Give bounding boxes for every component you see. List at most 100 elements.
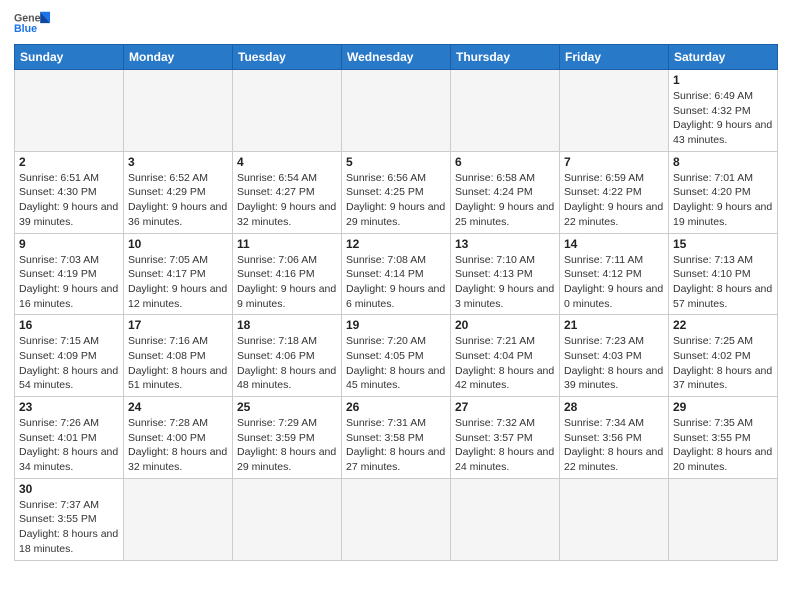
- calendar-cell: 6 Sunrise: 6:58 AM Sunset: 4:24 PM Daylig…: [451, 151, 560, 233]
- header-tuesday: Tuesday: [233, 45, 342, 70]
- day-info: Sunrise: 6:59 AM Sunset: 4:22 PM Dayligh…: [564, 171, 664, 230]
- day-number: 1: [673, 73, 773, 87]
- calendar-cell: 27 Sunrise: 7:32 AM Sunset: 3:57 PM Dayli…: [451, 397, 560, 479]
- day-info: Sunrise: 7:25 AM Sunset: 4:02 PM Dayligh…: [673, 334, 773, 393]
- day-info: Sunrise: 6:58 AM Sunset: 4:24 PM Dayligh…: [455, 171, 555, 230]
- day-info: Sunrise: 7:15 AM Sunset: 4:09 PM Dayligh…: [19, 334, 119, 393]
- day-info: Sunrise: 7:29 AM Sunset: 3:59 PM Dayligh…: [237, 416, 337, 475]
- calendar-cell: 1 Sunrise: 6:49 AM Sunset: 4:32 PM Daylig…: [669, 70, 778, 152]
- day-number: 16: [19, 318, 119, 332]
- day-info: Sunrise: 7:11 AM Sunset: 4:12 PM Dayligh…: [564, 253, 664, 312]
- calendar-cell: [451, 478, 560, 560]
- calendar-cell: 11Sunrise: 7:06 AM Sunset: 4:16 PM Dayli…: [233, 233, 342, 315]
- calendar-cell: 4 Sunrise: 6:54 AM Sunset: 4:27 PM Daylig…: [233, 151, 342, 233]
- calendar-cell: 28 Sunrise: 7:34 AM Sunset: 3:56 PM Dayli…: [560, 397, 669, 479]
- day-info: Sunrise: 7:16 AM Sunset: 4:08 PM Dayligh…: [128, 334, 228, 393]
- day-info: Sunrise: 7:26 AM Sunset: 4:01 PM Dayligh…: [19, 416, 119, 475]
- day-info: Sunrise: 6:49 AM Sunset: 4:32 PM Dayligh…: [673, 89, 773, 148]
- day-number: 2: [19, 155, 119, 169]
- day-number: 3: [128, 155, 228, 169]
- day-number: 7: [564, 155, 664, 169]
- calendar-cell: 15Sunrise: 7:13 AM Sunset: 4:10 PM Dayli…: [669, 233, 778, 315]
- day-number: 18: [237, 318, 337, 332]
- header-area: General Blue: [14, 10, 778, 38]
- calendar-cell: 25 Sunrise: 7:29 AM Sunset: 3:59 PM Dayli…: [233, 397, 342, 479]
- calendar-cell: 19 Sunrise: 7:20 AM Sunset: 4:05 PM Dayli…: [342, 315, 451, 397]
- calendar-cell: 5Sunrise: 6:56 AM Sunset: 4:25 PM Daylig…: [342, 151, 451, 233]
- calendar-cell: 3 Sunrise: 6:52 AM Sunset: 4:29 PM Daylig…: [124, 151, 233, 233]
- day-number: 6: [455, 155, 555, 169]
- day-number: 8: [673, 155, 773, 169]
- day-number: 17: [128, 318, 228, 332]
- calendar-cell: [15, 70, 124, 152]
- day-number: 27: [455, 400, 555, 414]
- day-info: Sunrise: 7:31 AM Sunset: 3:58 PM Dayligh…: [346, 416, 446, 475]
- calendar-cell: [124, 70, 233, 152]
- day-info: Sunrise: 6:54 AM Sunset: 4:27 PM Dayligh…: [237, 171, 337, 230]
- header-friday: Friday: [560, 45, 669, 70]
- calendar-cell: [669, 478, 778, 560]
- calendar-cell: 21 Sunrise: 7:23 AM Sunset: 4:03 PM Dayli…: [560, 315, 669, 397]
- day-number: 26: [346, 400, 446, 414]
- day-number: 20: [455, 318, 555, 332]
- day-info: Sunrise: 7:03 AM Sunset: 4:19 PM Dayligh…: [19, 253, 119, 312]
- day-info: Sunrise: 7:23 AM Sunset: 4:03 PM Dayligh…: [564, 334, 664, 393]
- calendar-cell: 14 Sunrise: 7:11 AM Sunset: 4:12 PM Dayli…: [560, 233, 669, 315]
- calendar-cell: [342, 478, 451, 560]
- day-info: Sunrise: 7:18 AM Sunset: 4:06 PM Dayligh…: [237, 334, 337, 393]
- calendar-cell: 13 Sunrise: 7:10 AM Sunset: 4:13 PM Dayli…: [451, 233, 560, 315]
- header-thursday: Thursday: [451, 45, 560, 70]
- day-number: 28: [564, 400, 664, 414]
- calendar-cell: 20Sunrise: 7:21 AM Sunset: 4:04 PM Dayli…: [451, 315, 560, 397]
- header-sunday: Sunday: [15, 45, 124, 70]
- day-info: Sunrise: 7:06 AM Sunset: 4:16 PM Dayligh…: [237, 253, 337, 312]
- day-info: Sunrise: 7:35 AM Sunset: 3:55 PM Dayligh…: [673, 416, 773, 475]
- calendar-cell: [560, 478, 669, 560]
- logo-icon: General Blue: [14, 10, 50, 38]
- day-number: 25: [237, 400, 337, 414]
- calendar-cell: [342, 70, 451, 152]
- day-info: Sunrise: 7:10 AM Sunset: 4:13 PM Dayligh…: [455, 253, 555, 312]
- calendar-cell: 23Sunrise: 7:26 AM Sunset: 4:01 PM Dayli…: [15, 397, 124, 479]
- calendar-cell: 16 Sunrise: 7:15 AM Sunset: 4:09 PM Dayli…: [15, 315, 124, 397]
- calendar-cell: 10Sunrise: 7:05 AM Sunset: 4:17 PM Dayli…: [124, 233, 233, 315]
- calendar-table: Sunday Monday Tuesday Wednesday Thursday…: [14, 44, 778, 561]
- calendar-cell: 30 Sunrise: 7:37 AM Sunset: 3:55 PM Dayli…: [15, 478, 124, 560]
- day-info: Sunrise: 7:13 AM Sunset: 4:10 PM Dayligh…: [673, 253, 773, 312]
- day-number: 24: [128, 400, 228, 414]
- calendar-cell: [451, 70, 560, 152]
- svg-text:Blue: Blue: [14, 23, 37, 35]
- day-number: 19: [346, 318, 446, 332]
- day-info: Sunrise: 7:34 AM Sunset: 3:56 PM Dayligh…: [564, 416, 664, 475]
- day-number: 21: [564, 318, 664, 332]
- day-number: 5: [346, 155, 446, 169]
- calendar-cell: 22 Sunrise: 7:25 AM Sunset: 4:02 PM Dayli…: [669, 315, 778, 397]
- day-info: Sunrise: 7:01 AM Sunset: 4:20 PM Dayligh…: [673, 171, 773, 230]
- day-info: Sunrise: 7:28 AM Sunset: 4:00 PM Dayligh…: [128, 416, 228, 475]
- day-number: 30: [19, 482, 119, 496]
- calendar-cell: 7 Sunrise: 6:59 AM Sunset: 4:22 PM Daylig…: [560, 151, 669, 233]
- calendar-cell: 26 Sunrise: 7:31 AM Sunset: 3:58 PM Dayli…: [342, 397, 451, 479]
- day-info: Sunrise: 7:20 AM Sunset: 4:05 PM Dayligh…: [346, 334, 446, 393]
- calendar-cell: 18 Sunrise: 7:18 AM Sunset: 4:06 PM Dayli…: [233, 315, 342, 397]
- day-info: Sunrise: 7:08 AM Sunset: 4:14 PM Dayligh…: [346, 253, 446, 312]
- logo: General Blue: [14, 10, 50, 38]
- day-info: Sunrise: 7:32 AM Sunset: 3:57 PM Dayligh…: [455, 416, 555, 475]
- calendar-cell: [560, 70, 669, 152]
- calendar-page: General Blue Sunday Monday Tuesday Wedne…: [0, 0, 792, 612]
- calendar-cell: 8 Sunrise: 7:01 AM Sunset: 4:20 PM Daylig…: [669, 151, 778, 233]
- day-number: 13: [455, 237, 555, 251]
- calendar-cell: [124, 478, 233, 560]
- calendar-cell: 17 Sunrise: 7:16 AM Sunset: 4:08 PM Dayli…: [124, 315, 233, 397]
- day-number: 14: [564, 237, 664, 251]
- header-monday: Monday: [124, 45, 233, 70]
- day-info: Sunrise: 7:37 AM Sunset: 3:55 PM Dayligh…: [19, 498, 119, 557]
- calendar-cell: 12 Sunrise: 7:08 AM Sunset: 4:14 PM Dayli…: [342, 233, 451, 315]
- day-number: 9: [19, 237, 119, 251]
- day-number: 4: [237, 155, 337, 169]
- header-saturday: Saturday: [669, 45, 778, 70]
- day-number: 22: [673, 318, 773, 332]
- day-info: Sunrise: 6:52 AM Sunset: 4:29 PM Dayligh…: [128, 171, 228, 230]
- day-number: 10: [128, 237, 228, 251]
- day-number: 12: [346, 237, 446, 251]
